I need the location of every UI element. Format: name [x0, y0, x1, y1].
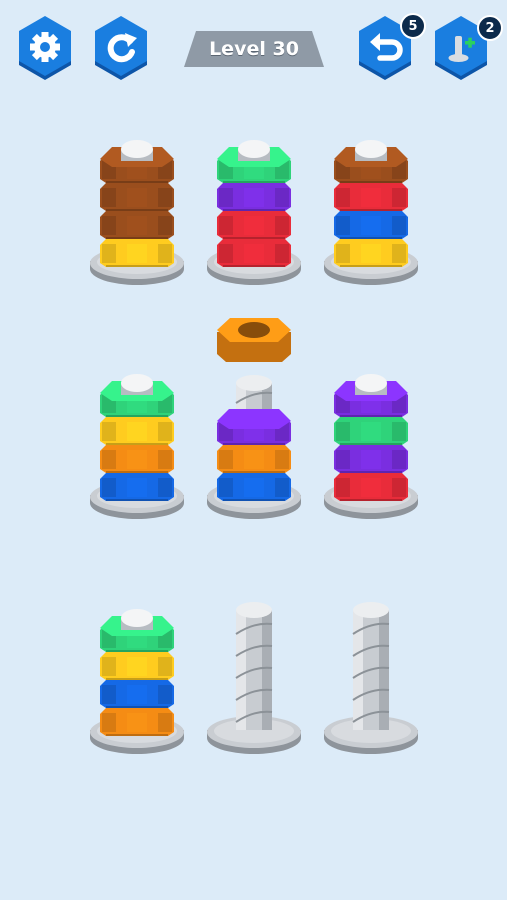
bolt-9[interactable] [324, 602, 418, 754]
nut-purple[interactable] [217, 183, 291, 211]
nut-yellow[interactable] [100, 239, 174, 267]
bolt-5[interactable] [207, 375, 301, 519]
bolt-3[interactable] [324, 140, 418, 285]
nut-purple[interactable] [334, 445, 408, 473]
nut-yellow[interactable] [100, 652, 174, 680]
nut-yellow[interactable] [100, 417, 174, 445]
bolt-4[interactable] [90, 374, 184, 519]
bolt-shaft [235, 602, 273, 730]
nut-green[interactable] [334, 417, 408, 445]
game-board [90, 140, 418, 754]
nut-brown[interactable] [100, 211, 174, 239]
nut-blue[interactable] [100, 680, 174, 708]
bolt-7[interactable] [90, 609, 184, 754]
bolt-shaft [352, 602, 390, 730]
nut-blue[interactable] [217, 473, 291, 501]
bolt-8[interactable] [207, 602, 301, 754]
nut-red[interactable] [217, 239, 291, 267]
bolt-1[interactable] [90, 140, 184, 285]
nut-orange[interactable] [217, 445, 291, 473]
nut-yellow[interactable] [334, 239, 408, 267]
nut-red[interactable] [217, 211, 291, 239]
bolt-6[interactable] [324, 374, 418, 519]
nut-blue[interactable] [100, 473, 174, 501]
nut-brown[interactable] [100, 183, 174, 211]
nut-orange[interactable] [100, 445, 174, 473]
bolt-2[interactable] [207, 140, 301, 285]
nut-red[interactable] [334, 183, 408, 211]
lifted-nut[interactable] [217, 318, 291, 362]
nut-red[interactable] [334, 473, 408, 501]
nut-blue[interactable] [334, 211, 408, 239]
nut-orange[interactable] [100, 708, 174, 736]
